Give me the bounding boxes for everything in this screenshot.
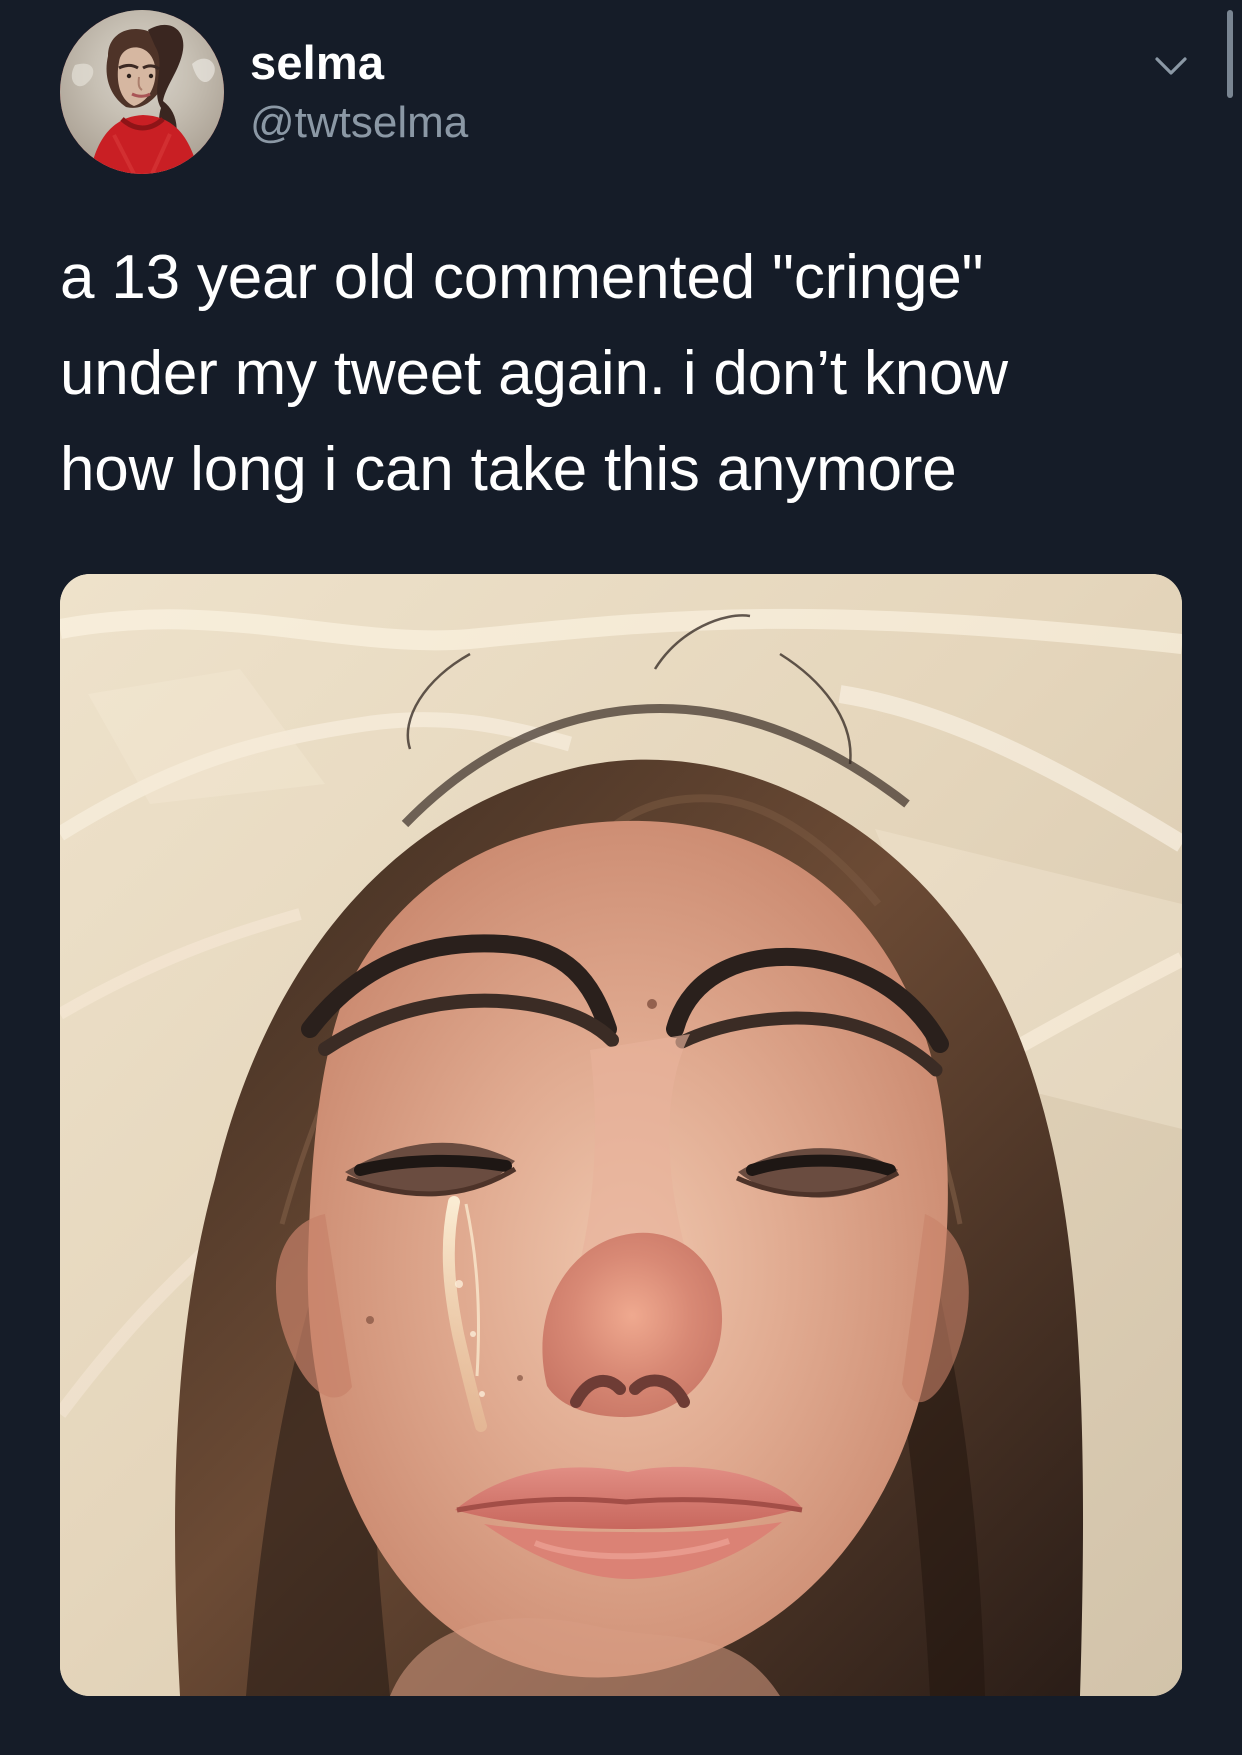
photo-crying-face <box>60 574 1182 1696</box>
author-info[interactable]: selma @twtselma <box>250 36 810 147</box>
tweet-text-line-2: under my tweet again. i don’t know <box>60 339 1008 408</box>
tweet-options-button[interactable] <box>1148 42 1194 88</box>
tweet-text-line-3: how long i can take this anymore <box>60 435 957 504</box>
author-handle[interactable]: @twtselma <box>250 98 468 148</box>
scrollbar[interactable] <box>1227 10 1233 98</box>
tweet-card: selma @twtselma a 13 year old commented … <box>0 0 1242 1755</box>
tweet-text: a 13 year old commented "cringe" under m… <box>60 230 1170 504</box>
author-display-name[interactable]: selma <box>250 36 384 90</box>
chevron-down-icon <box>1155 57 1187 75</box>
avatar-image <box>60 10 224 174</box>
avatar[interactable] <box>60 10 224 174</box>
tweet-text-line-1: a 13 year old commented "cringe" <box>60 243 984 312</box>
tweet-photo[interactable] <box>60 574 1182 1696</box>
